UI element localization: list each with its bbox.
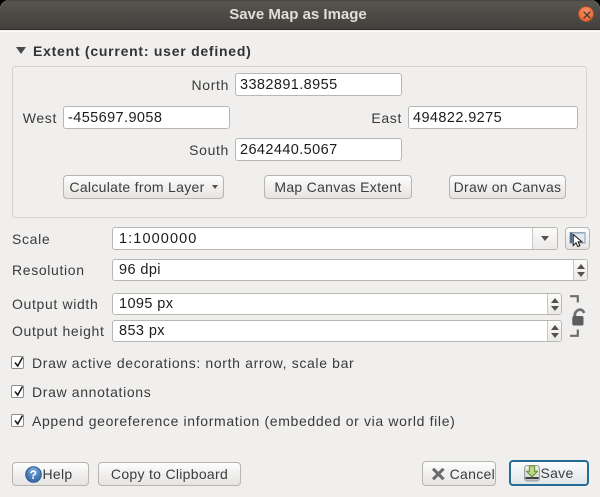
svg-text:?: ? — [29, 468, 37, 482]
